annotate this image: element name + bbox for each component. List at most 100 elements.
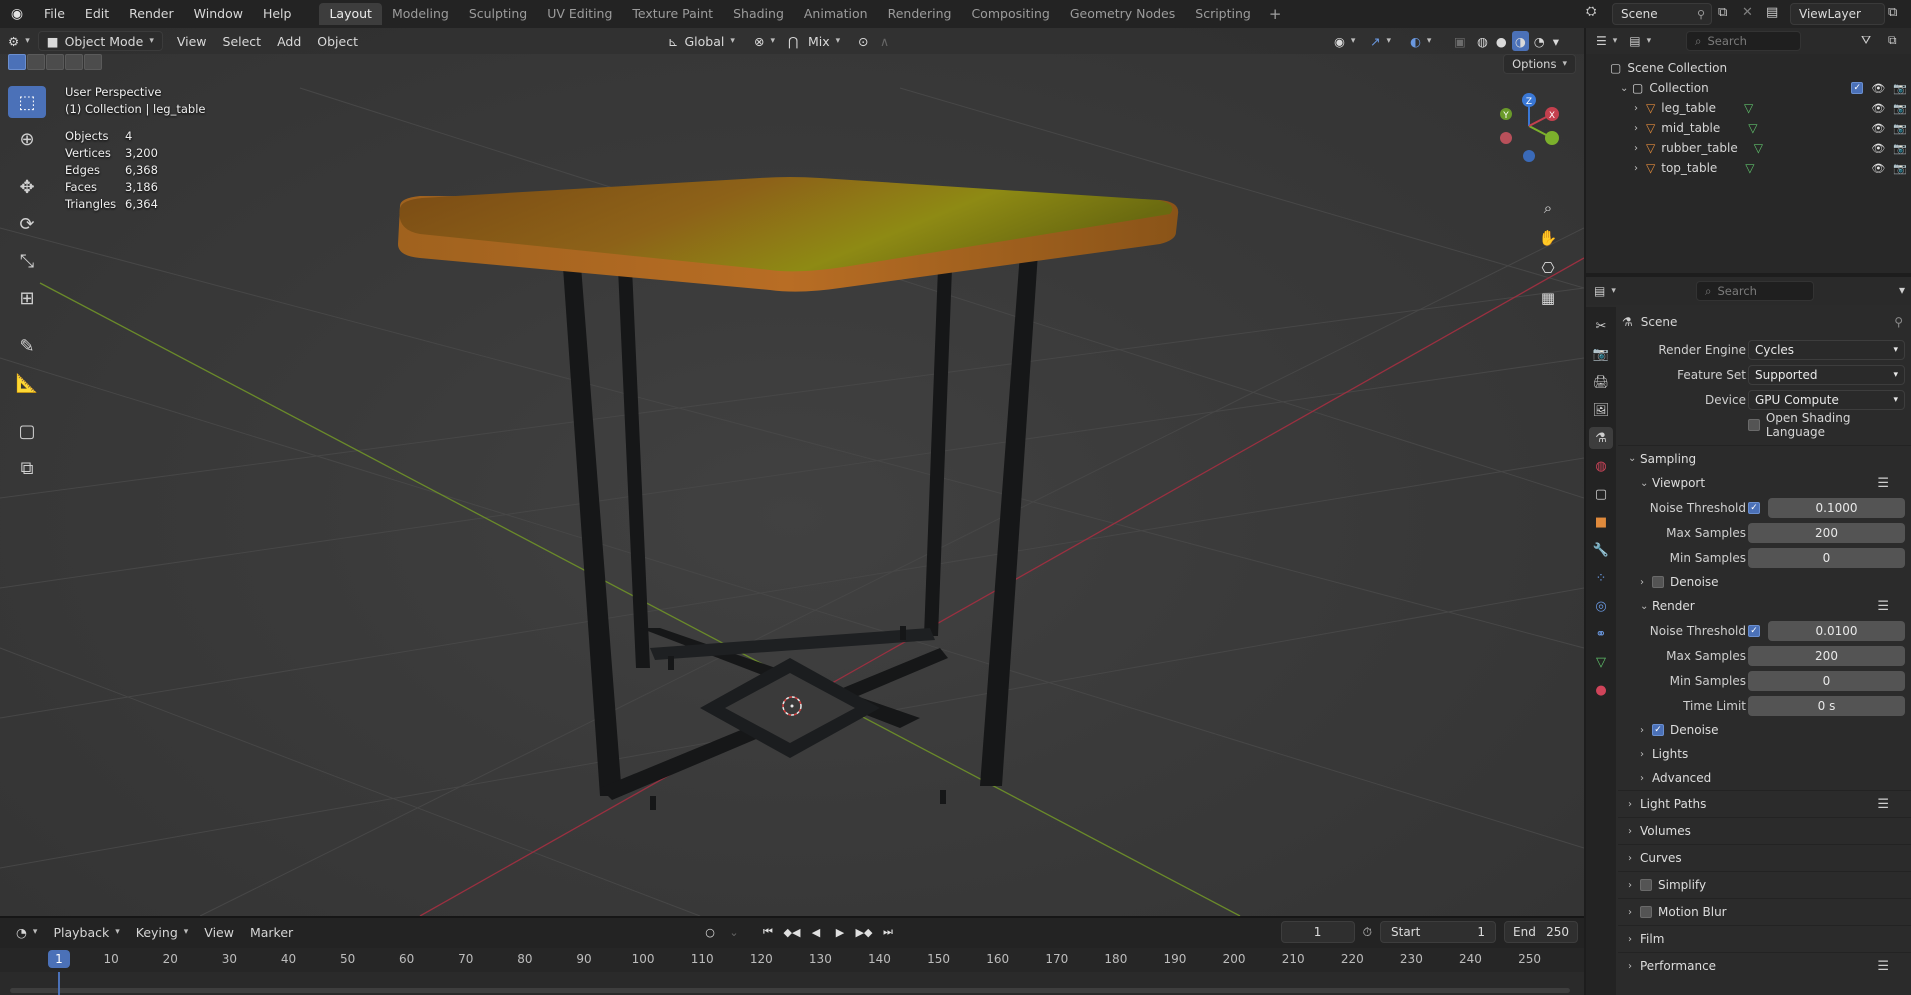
properties-editor-icon[interactable]: ▤ (1594, 284, 1605, 298)
render-min-samples-field[interactable]: 0 (1748, 670, 1905, 691)
tab-shading[interactable]: Shading (723, 3, 794, 25)
zoom-icon[interactable]: ⌕ (1534, 194, 1562, 222)
rotate-tool-icon[interactable]: ⟳ (8, 208, 46, 240)
jump-keyframe-back-icon[interactable]: ◆◀ (782, 922, 802, 942)
render-denoise-checkbox[interactable]: ✓ (1652, 724, 1664, 736)
motion-blur-panel-header[interactable]: › Motion Blur (1618, 898, 1911, 925)
outliner-object-row[interactable]: › ▽ top_table ▽ 👁 📷 (1586, 158, 1911, 178)
tab-uv-editing[interactable]: UV Editing (537, 3, 622, 25)
collection-tab-icon[interactable]: ▢ (1589, 483, 1613, 505)
osl-checkbox-box[interactable] (1748, 418, 1760, 431)
menu-object[interactable]: Object (309, 31, 366, 51)
lights-subpanel-header[interactable]: › Lights (1618, 742, 1911, 766)
render-denoise-header[interactable]: › ✓ Denoise (1618, 718, 1911, 742)
camera-icon[interactable]: 📷 (1893, 162, 1907, 175)
play-reverse-icon[interactable]: ◀ (806, 922, 826, 942)
jump-keyframe-forward-icon[interactable]: ▶◆ (854, 922, 874, 942)
pivot-point-button[interactable]: ⊗ ▾ (746, 31, 783, 51)
eye-icon[interactable]: 👁 (1871, 142, 1885, 155)
view-layer-selector[interactable]: ViewLayer (1790, 3, 1885, 25)
viewport-subpanel-header[interactable]: ⌄ Viewport ☰ (1618, 471, 1911, 495)
view-layer-icon[interactable]: ▤ (1766, 5, 1778, 20)
time-limit-field[interactable]: 0 s (1748, 695, 1905, 716)
options-dropdown[interactable]: Options ▾ (1503, 54, 1576, 74)
scene-tab-icon[interactable]: ⚗ (1589, 427, 1613, 449)
falloff-button[interactable]: ∧ (872, 31, 897, 51)
menu-file[interactable]: File (34, 0, 75, 28)
motion-blur-checkbox[interactable] (1640, 906, 1652, 918)
blender-logo-icon[interactable]: ◉ (0, 0, 34, 28)
add-workspace-button[interactable]: + (1261, 5, 1290, 23)
tab-animation[interactable]: Animation (794, 3, 878, 25)
menu-help[interactable]: Help (253, 0, 302, 28)
modifier-tab-icon[interactable]: 🔧 (1589, 539, 1613, 561)
camera-icon[interactable]: 📷 (1893, 82, 1907, 95)
material-shading-icon[interactable]: ◑ (1511, 31, 1529, 51)
rendered-shading-icon[interactable]: ◔ (1531, 31, 1548, 51)
transform-tool-icon[interactable]: ⊞ (8, 282, 46, 314)
mesh-data-icon[interactable]: ▽ (1744, 101, 1753, 115)
scene-selector[interactable]: Scene ⚲ (1612, 3, 1712, 25)
menu-view[interactable]: View (169, 31, 215, 51)
delete-scene-icon[interactable]: ✕ (1742, 5, 1753, 20)
select-subtract-icon[interactable] (46, 54, 64, 70)
editor-type-button[interactable]: ⚙ ▾ (0, 31, 38, 51)
camera-view-icon[interactable]: ⎔ (1534, 254, 1562, 282)
noise-threshold-checkbox[interactable]: ✓ (1748, 501, 1760, 514)
end-frame-field[interactable]: End 250 (1504, 921, 1578, 943)
orientation-gizmo[interactable]: Z X Y (1484, 86, 1574, 176)
menu-select[interactable]: Select (215, 31, 270, 51)
keying-menu[interactable]: Keying ▾ (128, 925, 197, 940)
start-frame-field[interactable]: Start 1 (1380, 921, 1496, 943)
add-cube-tool-icon[interactable]: ▢ (8, 415, 46, 447)
add-object-tool-icon[interactable]: ⧉ (8, 452, 46, 484)
xray-toggle[interactable]: ▣ (1446, 31, 1474, 51)
collection-row[interactable]: ⌄ ▢ Collection ✓ 👁 📷 (1586, 78, 1911, 98)
jump-start-icon[interactable]: ⏮ (758, 922, 778, 942)
expand-arrow-icon[interactable]: › (1634, 163, 1646, 174)
material-tab-icon[interactable]: ● (1589, 679, 1613, 701)
eye-icon[interactable]: 👁 (1871, 82, 1885, 95)
menu-add[interactable]: Add (269, 31, 309, 51)
viewport-denoise-checkbox[interactable] (1652, 576, 1664, 588)
current-frame-field[interactable]: 1 (1280, 921, 1355, 943)
auto-key-icon[interactable]: ○ (700, 922, 720, 942)
viewport-noise-field[interactable]: 0.1000 (1768, 497, 1905, 518)
camera-icon[interactable]: 📷 (1893, 102, 1907, 115)
scale-tool-icon[interactable]: ⤡ (8, 245, 46, 277)
presets-list-icon[interactable]: ☰ (1877, 797, 1889, 812)
mesh-data-icon[interactable]: ▽ (1745, 161, 1754, 175)
new-collection-icon[interactable]: ⧉ (1888, 33, 1897, 48)
menu-edit[interactable]: Edit (75, 0, 119, 28)
world-tab-icon[interactable]: ◍ (1589, 455, 1613, 477)
mesh-data-icon[interactable]: ▽ (1754, 141, 1763, 155)
sampling-panel-header[interactable]: ⌄ Sampling (1618, 445, 1911, 471)
tool-tab-icon[interactable]: ✂ (1589, 315, 1613, 337)
performance-panel-header[interactable]: › Performance ☰ (1618, 952, 1911, 979)
menu-window[interactable]: Window (184, 0, 253, 28)
visibility-button[interactable]: ◉ ▾ (1326, 31, 1363, 51)
physics-tab-icon[interactable]: ◎ (1589, 595, 1613, 617)
constraints-tab-icon[interactable]: ⚭ (1589, 623, 1613, 645)
wireframe-shading-icon[interactable]: ◍ (1474, 31, 1491, 51)
select-extend-icon[interactable] (27, 54, 45, 70)
render-noise-checkbox[interactable]: ✓ (1748, 624, 1760, 637)
data-tab-icon[interactable]: ▽ (1589, 651, 1613, 673)
outliner-search-input[interactable]: ⌕ Search (1686, 31, 1801, 51)
properties-search-input[interactable]: ⌕ Search (1696, 281, 1814, 301)
eye-icon[interactable]: 👁 (1871, 162, 1885, 175)
expand-arrow-icon[interactable]: ⌄ (1620, 83, 1632, 94)
snap-mode-dropdown[interactable]: Mix ▾ (800, 31, 848, 51)
play-icon[interactable]: ▶ (830, 922, 850, 942)
tab-layout[interactable]: Layout (319, 3, 382, 25)
annotate-tool-icon[interactable]: ✎ (8, 330, 46, 362)
outliner-object-row[interactable]: › ▽ rubber_table ▽ 👁 📷 (1586, 138, 1911, 158)
render-subpanel-header[interactable]: ⌄ Render ☰ (1618, 594, 1911, 618)
tab-sculpting[interactable]: Sculpting (459, 3, 537, 25)
tab-rendering[interactable]: Rendering (878, 3, 962, 25)
mode-dropdown[interactable]: ■ Object Mode ▾ (37, 31, 163, 51)
viewport-max-samples-field[interactable]: 200 (1748, 522, 1905, 543)
overlay-toggle[interactable]: ◐ ▾ (1402, 31, 1439, 51)
outliner-editor-icon[interactable]: ☰ (1596, 34, 1607, 48)
chevron-down-icon[interactable]: ▾ (1899, 283, 1905, 297)
